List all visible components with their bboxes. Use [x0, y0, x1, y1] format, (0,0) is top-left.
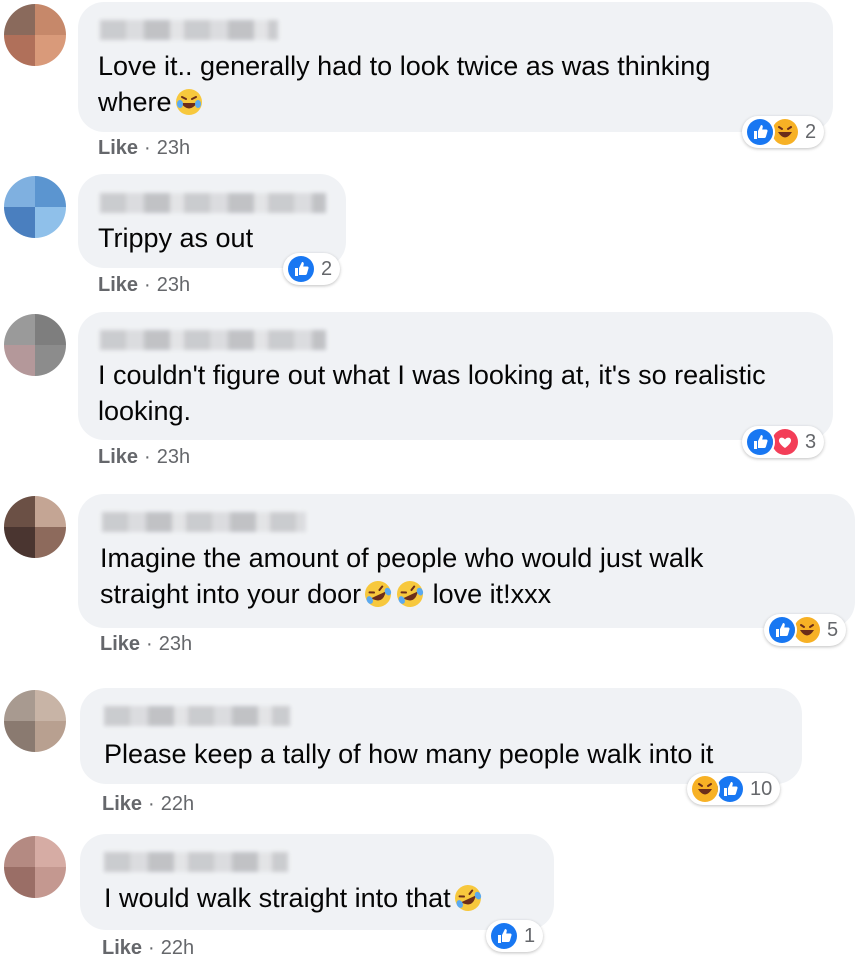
like-reaction-icon — [489, 921, 519, 951]
comment-line-1: Please keep a tally of how many people w… — [104, 739, 714, 769]
comment-line-1: I would walk straight into that — [104, 883, 451, 913]
like-reaction-icon — [745, 427, 775, 457]
comment-text: I couldn't figure out what I was looking… — [98, 357, 766, 429]
avatar[interactable] — [4, 690, 66, 752]
like-link[interactable]: Like — [98, 446, 138, 468]
rofl-emoji-icon — [453, 883, 483, 913]
like-reaction-icon — [767, 615, 797, 645]
commenter-name-blurred[interactable] — [102, 512, 306, 532]
like-link[interactable]: Like — [102, 793, 142, 815]
like-link[interactable]: Like — [98, 137, 138, 159]
comment-meta: Like · 23h — [98, 446, 191, 468]
reaction-count: 3 — [805, 430, 817, 453]
timestamp[interactable]: 22h — [161, 793, 194, 815]
like-reaction-icon — [745, 117, 775, 147]
commenter-name-blurred[interactable] — [100, 193, 326, 213]
laughing-emoji-icon — [174, 87, 204, 117]
commenter-name-blurred[interactable] — [104, 852, 288, 872]
timestamp[interactable]: 23h — [159, 633, 192, 655]
reaction-summary[interactable]: 10 — [687, 773, 781, 805]
comment-meta: Like · 23h — [98, 274, 191, 296]
comment-line-1: Love it.. generally had to look twice as… — [98, 51, 711, 81]
comment-meta: Like · 22h — [102, 937, 195, 959]
comment-line-2: straight into your door — [100, 579, 362, 609]
like-reaction-icon — [286, 254, 316, 284]
comment-meta: Like · 23h — [98, 137, 191, 159]
avatar[interactable] — [4, 496, 66, 558]
reaction-count: 10 — [750, 777, 773, 800]
commenter-name-blurred[interactable] — [100, 20, 278, 40]
comment-text: Please keep a tally of how many people w… — [104, 736, 713, 772]
reaction-summary[interactable]: 2 — [283, 253, 341, 285]
reaction-summary[interactable]: 5 — [764, 614, 847, 646]
timestamp[interactable]: 23h — [157, 446, 190, 468]
avatar[interactable] — [4, 836, 66, 898]
commenter-name-blurred[interactable] — [104, 706, 290, 726]
comment-line-1: Trippy as out — [98, 223, 254, 253]
reaction-count: 1 — [524, 924, 536, 947]
reaction-count: 2 — [805, 120, 817, 143]
avatar[interactable] — [4, 4, 66, 66]
comment-text: Love it.. generally had to look twice as… — [98, 48, 710, 120]
timestamp[interactable]: 23h — [157, 137, 190, 159]
comment-meta: Like · 22h — [102, 793, 195, 815]
reaction-summary[interactable]: 2 — [742, 116, 825, 148]
reaction-count: 5 — [827, 618, 839, 641]
rofl-emoji-icon — [395, 579, 425, 609]
like-link[interactable]: Like — [102, 937, 142, 959]
haha-reaction-icon — [690, 774, 720, 804]
comment-line-1: Imagine the amount of people who would j… — [100, 543, 704, 573]
like-link[interactable]: Like — [98, 274, 138, 296]
commenter-name-blurred[interactable] — [100, 330, 326, 350]
rofl-emoji-icon — [363, 579, 393, 609]
comment-line-2: looking. — [98, 396, 192, 426]
reaction-count: 2 — [321, 257, 333, 280]
comment-text: I would walk straight into that — [104, 880, 483, 916]
reaction-summary[interactable]: 1 — [486, 920, 544, 952]
comment-text: Trippy as out — [98, 220, 253, 256]
like-link[interactable]: Like — [100, 633, 140, 655]
comment-meta: Like · 23h — [100, 633, 193, 655]
comment-line-1: I couldn't figure out what I was looking… — [98, 360, 766, 390]
comment-text: Imagine the amount of people who would j… — [100, 540, 703, 612]
avatar[interactable] — [4, 176, 66, 238]
timestamp[interactable]: 23h — [157, 274, 190, 296]
reaction-summary[interactable]: 3 — [742, 426, 825, 458]
avatar[interactable] — [4, 314, 66, 376]
timestamp[interactable]: 22h — [161, 937, 194, 959]
comment-line-2-suffix: love it!xxx — [425, 579, 552, 609]
comment-line-2: where — [98, 87, 172, 117]
